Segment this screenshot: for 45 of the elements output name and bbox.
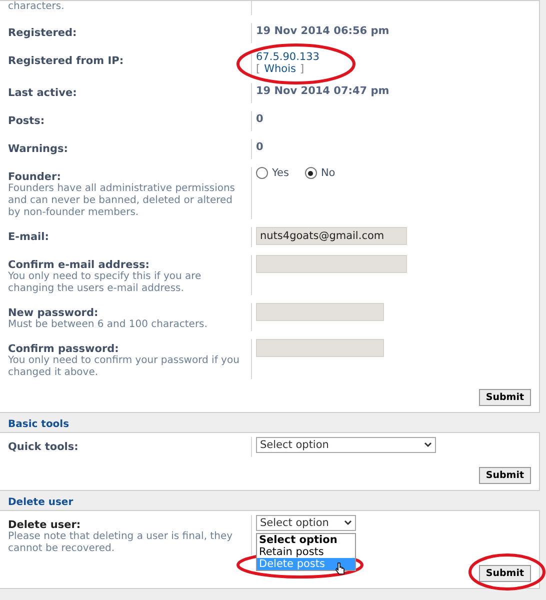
field-label: Confirm e-mail address: xyxy=(8,259,150,271)
field-description: You only need to specify this if you are changing the users e-mail address. xyxy=(8,271,202,295)
submit-button[interactable]: Submit xyxy=(478,389,531,406)
text-field[interactable] xyxy=(256,255,407,273)
field-label: Confirm password: xyxy=(8,343,120,355)
radio-button[interactable] xyxy=(304,167,317,179)
section-heading: Delete user xyxy=(7,496,74,510)
select-dropdown[interactable]: Select option xyxy=(256,437,436,453)
field-label: Posts: xyxy=(8,115,46,127)
submit-button[interactable]: Submit xyxy=(478,467,531,484)
field-label: Registered: xyxy=(8,27,78,39)
field-value: 19 Nov 2014 07:47 pm xyxy=(256,85,390,97)
field-label: Founder: xyxy=(8,171,62,183)
select-dropdown[interactable]: Select option xyxy=(256,515,356,531)
field-description: Must be between 6 and 100 characters. xyxy=(8,319,208,331)
section-heading: Basic tools xyxy=(7,418,70,432)
ip-link[interactable]: 67.5.90.133 xyxy=(256,51,320,63)
caret-icon xyxy=(344,520,352,526)
radio-button[interactable] xyxy=(256,167,268,179)
field-description: You only need to confirm your password if you changed it above. xyxy=(8,355,240,379)
field-label: Warnings: xyxy=(8,143,69,155)
caret-icon xyxy=(424,442,432,448)
whois-link[interactable]: Whois xyxy=(264,63,296,75)
field-value: 0 xyxy=(256,141,264,153)
field-description: characters. xyxy=(8,1,66,13)
select-value: Select option xyxy=(260,517,329,529)
field-label: Registered from IP: xyxy=(8,55,125,67)
password-field[interactable] xyxy=(256,303,384,321)
select-value: Select option xyxy=(260,439,329,451)
field-label: New password: xyxy=(8,307,100,319)
text-field[interactable]: nuts4goats@gmail.com xyxy=(256,227,407,245)
field-description: Please note that deleting a user is final, they cannot be recovered. xyxy=(8,531,234,555)
field-label: Delete user: xyxy=(8,519,82,531)
submit-button[interactable]: Submit xyxy=(478,565,531,582)
bracket: ] xyxy=(300,63,304,75)
field-description: Founders have all administrative permissions and can never be banned, deleted or altered by non-founder members. xyxy=(8,183,236,219)
password-field[interactable] xyxy=(256,339,384,357)
field-label: Quick tools: xyxy=(8,441,80,453)
bracket: [ xyxy=(256,63,260,75)
field-label: E-mail: xyxy=(8,231,50,243)
radio-label: No xyxy=(320,167,336,179)
radio-label: Yes xyxy=(272,167,289,179)
field-label: Last active: xyxy=(8,87,78,99)
field-value: 0 xyxy=(256,113,264,125)
field-value: 19 Nov 2014 06:56 pm xyxy=(256,25,390,37)
